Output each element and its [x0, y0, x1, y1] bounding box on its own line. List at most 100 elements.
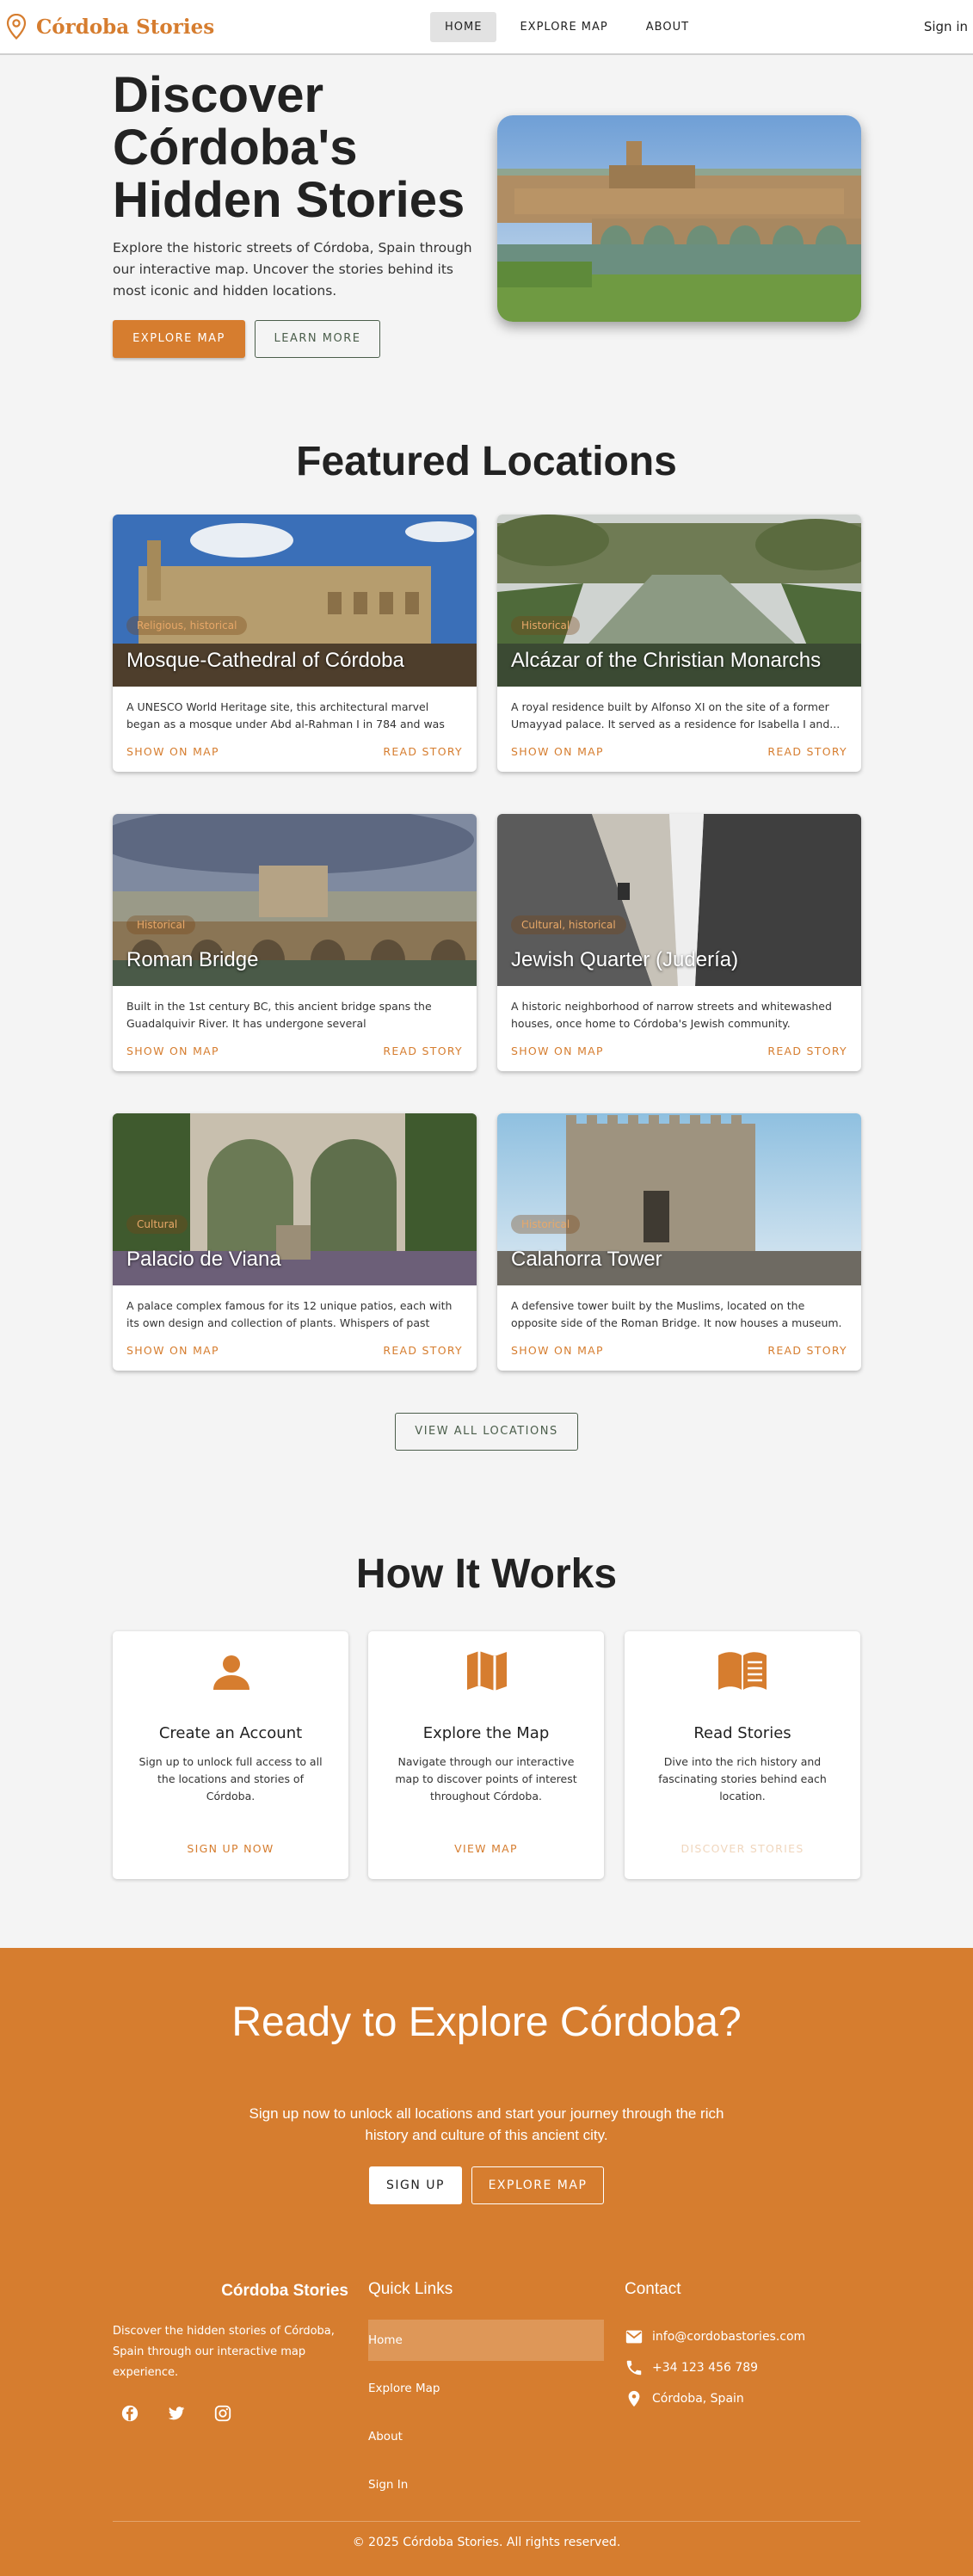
- how-step-card: Create an Account Sign up to unlock full…: [113, 1631, 348, 1879]
- quick-links-title: Quick Links: [368, 2280, 453, 2298]
- sign-up-now-link[interactable]: SIGN UP NOW: [113, 1842, 348, 1855]
- location-name: Calahorra Tower: [511, 1248, 662, 1271]
- location-tag: Cultural, historical: [511, 915, 626, 934]
- view-all-locations-button[interactable]: VIEW ALL LOCATIONS: [395, 1413, 578, 1451]
- footer-brand: Córdoba Stories: [221, 2282, 348, 2300]
- footer-copyright: © 2025 Córdoba Stories. All rights reser…: [352, 2536, 621, 2549]
- location-description: A palace complex famous for its 12 uniqu…: [126, 1299, 453, 1335]
- read-story-link[interactable]: READ STORY: [383, 1045, 463, 1057]
- location-description: Built in the 1st century BC, this ancien…: [126, 1000, 432, 1036]
- nav-signin[interactable]: Sign in: [924, 19, 968, 34]
- how-step-card: Explore the Map Navigate through our int…: [368, 1631, 604, 1879]
- brand-name: Córdoba Stories: [36, 15, 215, 39]
- how-step-text: Navigate through our interactive map to …: [395, 1755, 577, 1803]
- cta-title: Ready to Explore Córdoba?: [231, 2000, 742, 2045]
- cta-signup-button[interactable]: SIGN UP: [369, 2166, 462, 2204]
- phone-icon: [626, 2360, 642, 2376]
- book-icon: [718, 1652, 767, 1690]
- show-on-map-link[interactable]: SHOW ON MAP: [126, 745, 219, 758]
- location-card: Historical Calahorra Tower A defensive t…: [497, 1113, 861, 1371]
- location-image: Cultural Palacio de Viana: [113, 1113, 477, 1285]
- how-step-title: Create an Account: [158, 1724, 303, 1742]
- how-step-title: Explore the Map: [422, 1724, 550, 1742]
- location-name: Alcázar of the Christian Monarchs: [511, 649, 822, 672]
- brand-logo[interactable]: Córdoba Stories: [5, 14, 214, 40]
- contact-location: Córdoba, Spain: [652, 2392, 744, 2406]
- location-card: Cultural Palacio de Viana A palace compl…: [113, 1113, 477, 1371]
- how-step-text: Sign up to unlock full access to all the…: [139, 1755, 323, 1803]
- show-on-map-link[interactable]: SHOW ON MAP: [511, 1045, 604, 1057]
- show-on-map-link[interactable]: SHOW ON MAP: [126, 1045, 219, 1057]
- location-name: Jewish Quarter (Judería): [511, 948, 739, 971]
- footer-link-home[interactable]: Home: [368, 2320, 604, 2361]
- how-step-card: Read Stories Dive into the rich history …: [625, 1631, 860, 1879]
- hero-explore-map-button[interactable]: EXPLORE MAP: [113, 320, 245, 358]
- quick-links-list: Home Explore Map About Sign In: [368, 2320, 604, 2512]
- footer-link-about[interactable]: About: [368, 2416, 604, 2457]
- location-name: Palacio de Viana: [126, 1248, 281, 1271]
- email-icon: [625, 2330, 643, 2344]
- view-map-link[interactable]: VIEW MAP: [368, 1842, 604, 1855]
- nav-about[interactable]: ABOUT: [631, 12, 704, 42]
- location-description: A historic neighborhood of narrow street…: [511, 1000, 832, 1036]
- read-story-link[interactable]: READ STORY: [767, 1045, 847, 1057]
- location-description: A defensive tower built by the Muslims, …: [511, 1299, 842, 1335]
- read-story-link[interactable]: READ STORY: [767, 745, 847, 758]
- hero-learn-more-button[interactable]: LEARN MORE: [255, 320, 380, 358]
- footer-link-explore-map[interactable]: Explore Map: [368, 2368, 604, 2409]
- featured-grid: Religious, historical Mosque-Cathedral o…: [0, 490, 973, 1371]
- location-tag: Historical: [126, 915, 196, 934]
- read-story-link[interactable]: READ STORY: [383, 1344, 463, 1357]
- top-nav: Córdoba Stories HOME EXPLORE MAP ABOUT S…: [0, 0, 973, 55]
- nav-home[interactable]: HOME: [430, 12, 497, 42]
- location-tag: Historical: [511, 616, 581, 635]
- location-name: Mosque-Cathedral of Córdoba: [126, 649, 404, 672]
- contact-title: Contact: [625, 2280, 681, 2298]
- footer-divider: [113, 2521, 860, 2522]
- footer-about: Discover the hidden stories of Córdoba, …: [113, 2325, 335, 2379]
- cta-subtitle: Sign up now to unlock all locations and …: [249, 2105, 724, 2143]
- how-step-text: Dive into the rich history and fascinati…: [658, 1755, 827, 1803]
- show-on-map-link[interactable]: SHOW ON MAP: [511, 1344, 604, 1357]
- facebook-icon[interactable]: [120, 2404, 139, 2423]
- location-image: Historical Calahorra Tower: [497, 1113, 861, 1285]
- person-icon: [213, 1655, 249, 1690]
- map-icon: [467, 1651, 507, 1691]
- location-card: Cultural, historical Jewish Quarter (Jud…: [497, 814, 861, 1071]
- location-tag: Cultural: [126, 1215, 188, 1234]
- how-step-title: Read Stories: [693, 1724, 791, 1742]
- location-tag: Religious, historical: [126, 616, 248, 635]
- instagram-icon[interactable]: [213, 2404, 232, 2423]
- location-pin-icon: [6, 14, 27, 40]
- location-description: A UNESCO World Heritage site, this archi…: [126, 700, 445, 736]
- discover-stories-link[interactable]: DISCOVER STORIES: [625, 1842, 860, 1855]
- contact-phone[interactable]: +34 123 456 789: [652, 2361, 758, 2375]
- read-story-link[interactable]: READ STORY: [383, 745, 463, 758]
- location-description: A royal residence built by Alfonso XI on…: [511, 700, 841, 730]
- location-card: Religious, historical Mosque-Cathedral o…: [113, 515, 477, 772]
- location-image: Historical Alcázar of the Christian Mona…: [497, 515, 861, 687]
- read-story-link[interactable]: READ STORY: [767, 1344, 847, 1357]
- footer-link-sign-in[interactable]: Sign In: [368, 2464, 604, 2505]
- cta-explore-map-button[interactable]: EXPLORE MAP: [471, 2166, 604, 2204]
- location-image: Historical Roman Bridge: [113, 814, 477, 986]
- cta-footer-section: Ready to Explore Córdoba? Sign up now to…: [0, 1948, 973, 2576]
- twitter-icon[interactable]: [167, 2404, 186, 2423]
- location-card: Historical Alcázar of the Christian Mona…: [497, 515, 861, 772]
- hero-title: Discover Córdoba's Hidden Stories: [113, 67, 465, 228]
- location-card: Historical Roman Bridge Built in the 1st…: [113, 814, 477, 1071]
- location-icon: [628, 2390, 640, 2407]
- nav-explore-map[interactable]: EXPLORE MAP: [505, 12, 622, 42]
- location-image: Religious, historical Mosque-Cathedral o…: [113, 515, 477, 687]
- location-image: Cultural, historical Jewish Quarter (Jud…: [497, 814, 861, 986]
- hero-section: Discover Córdoba's Hidden Stories Explor…: [0, 55, 973, 416]
- location-tag: Historical: [511, 1215, 581, 1234]
- how-it-works-title: How It Works: [355, 1551, 618, 1597]
- show-on-map-link[interactable]: SHOW ON MAP: [511, 745, 604, 758]
- contact-email[interactable]: info@cordobastories.com: [652, 2330, 805, 2344]
- hero-image: [497, 115, 861, 322]
- location-name: Roman Bridge: [126, 948, 259, 971]
- show-on-map-link[interactable]: SHOW ON MAP: [126, 1344, 219, 1357]
- hero-subtitle: Explore the historic streets of Córdoba,…: [113, 240, 472, 299]
- featured-title: Featured Locations: [296, 439, 677, 484]
